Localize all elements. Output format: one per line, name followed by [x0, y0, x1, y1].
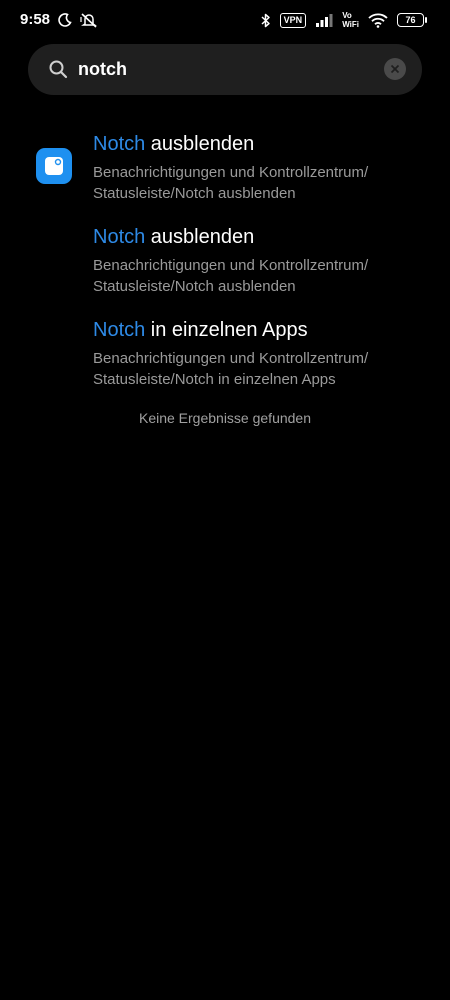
result-title-rest: ausblenden: [145, 226, 255, 248]
status-right: VPN Vo WiFi 76: [261, 11, 427, 29]
signal-icon: [315, 13, 333, 27]
result-title-highlight: Notch: [93, 226, 146, 248]
result-title-rest: ausblenden: [145, 133, 255, 155]
result-title: Notch ausblenden: [93, 226, 254, 249]
wifi-icon: [368, 13, 388, 28]
bluetooth-icon: [261, 13, 271, 28]
status-bar: 9:58 VPN Vo WiFi 76: [0, 0, 450, 42]
moon-icon: [58, 12, 72, 27]
result-path: Benachrichtigungen und Kontrollzentrum/ …: [93, 162, 433, 204]
result-title: Notch in einzelnen Apps: [93, 319, 308, 342]
no-results-message: Keine Ergebnisse gefunden: [138, 410, 312, 426]
result-path-line: Benachrichtigungen und Kontrollzentrum/: [93, 257, 369, 274]
clear-search-button[interactable]: [384, 58, 406, 80]
result-path: Benachrichtigungen und Kontrollzentrum/ …: [93, 348, 433, 390]
result-path-line: Statusleiste/Notch in einzelnen Apps: [93, 371, 336, 388]
search-result-item[interactable]: Notch ausblenden Benachrichtigungen und …: [0, 221, 450, 314]
result-title-rest: in einzelnen Apps: [145, 319, 308, 341]
result-path-line: Statusleiste/Notch ausblenden: [93, 278, 296, 295]
result-path-line: Benachrichtigungen und Kontrollzentrum/: [93, 350, 369, 367]
search-result-item[interactable]: Notch ausblenden Benachrichtigungen und …: [0, 128, 450, 221]
notification-settings-icon: [36, 148, 72, 184]
search-icon: [48, 59, 68, 79]
search-input[interactable]: [78, 52, 378, 87]
vpn-badge: VPN: [279, 12, 307, 28]
status-left: 9:58: [20, 11, 98, 28]
result-title-highlight: Notch: [93, 319, 146, 341]
status-time: 9:58: [20, 11, 51, 28]
search-result-item[interactable]: Notch in einzelnen Apps Benachrichtigung…: [0, 314, 450, 407]
result-path-line: Benachrichtigungen und Kontrollzentrum/: [93, 164, 369, 181]
result-title: Notch ausblenden: [93, 133, 254, 156]
clear-icon: [390, 64, 400, 74]
result-path: Benachrichtigungen und Kontrollzentrum/ …: [93, 255, 433, 297]
result-title-highlight: Notch: [93, 133, 146, 155]
mute-vibrate-icon: [80, 12, 98, 28]
vowifi-bottom: WiFi: [342, 20, 359, 29]
battery-icon: 76: [397, 13, 427, 27]
result-path-line: Statusleiste/Notch ausblenden: [93, 185, 296, 202]
search-bar[interactable]: [28, 44, 422, 95]
search-results-list: Notch ausblenden Benachrichtigungen und …: [0, 128, 450, 407]
battery-level: 76: [405, 15, 416, 25]
vowifi-top: Vo: [342, 11, 352, 20]
vowifi-indicator: Vo WiFi: [342, 11, 359, 29]
